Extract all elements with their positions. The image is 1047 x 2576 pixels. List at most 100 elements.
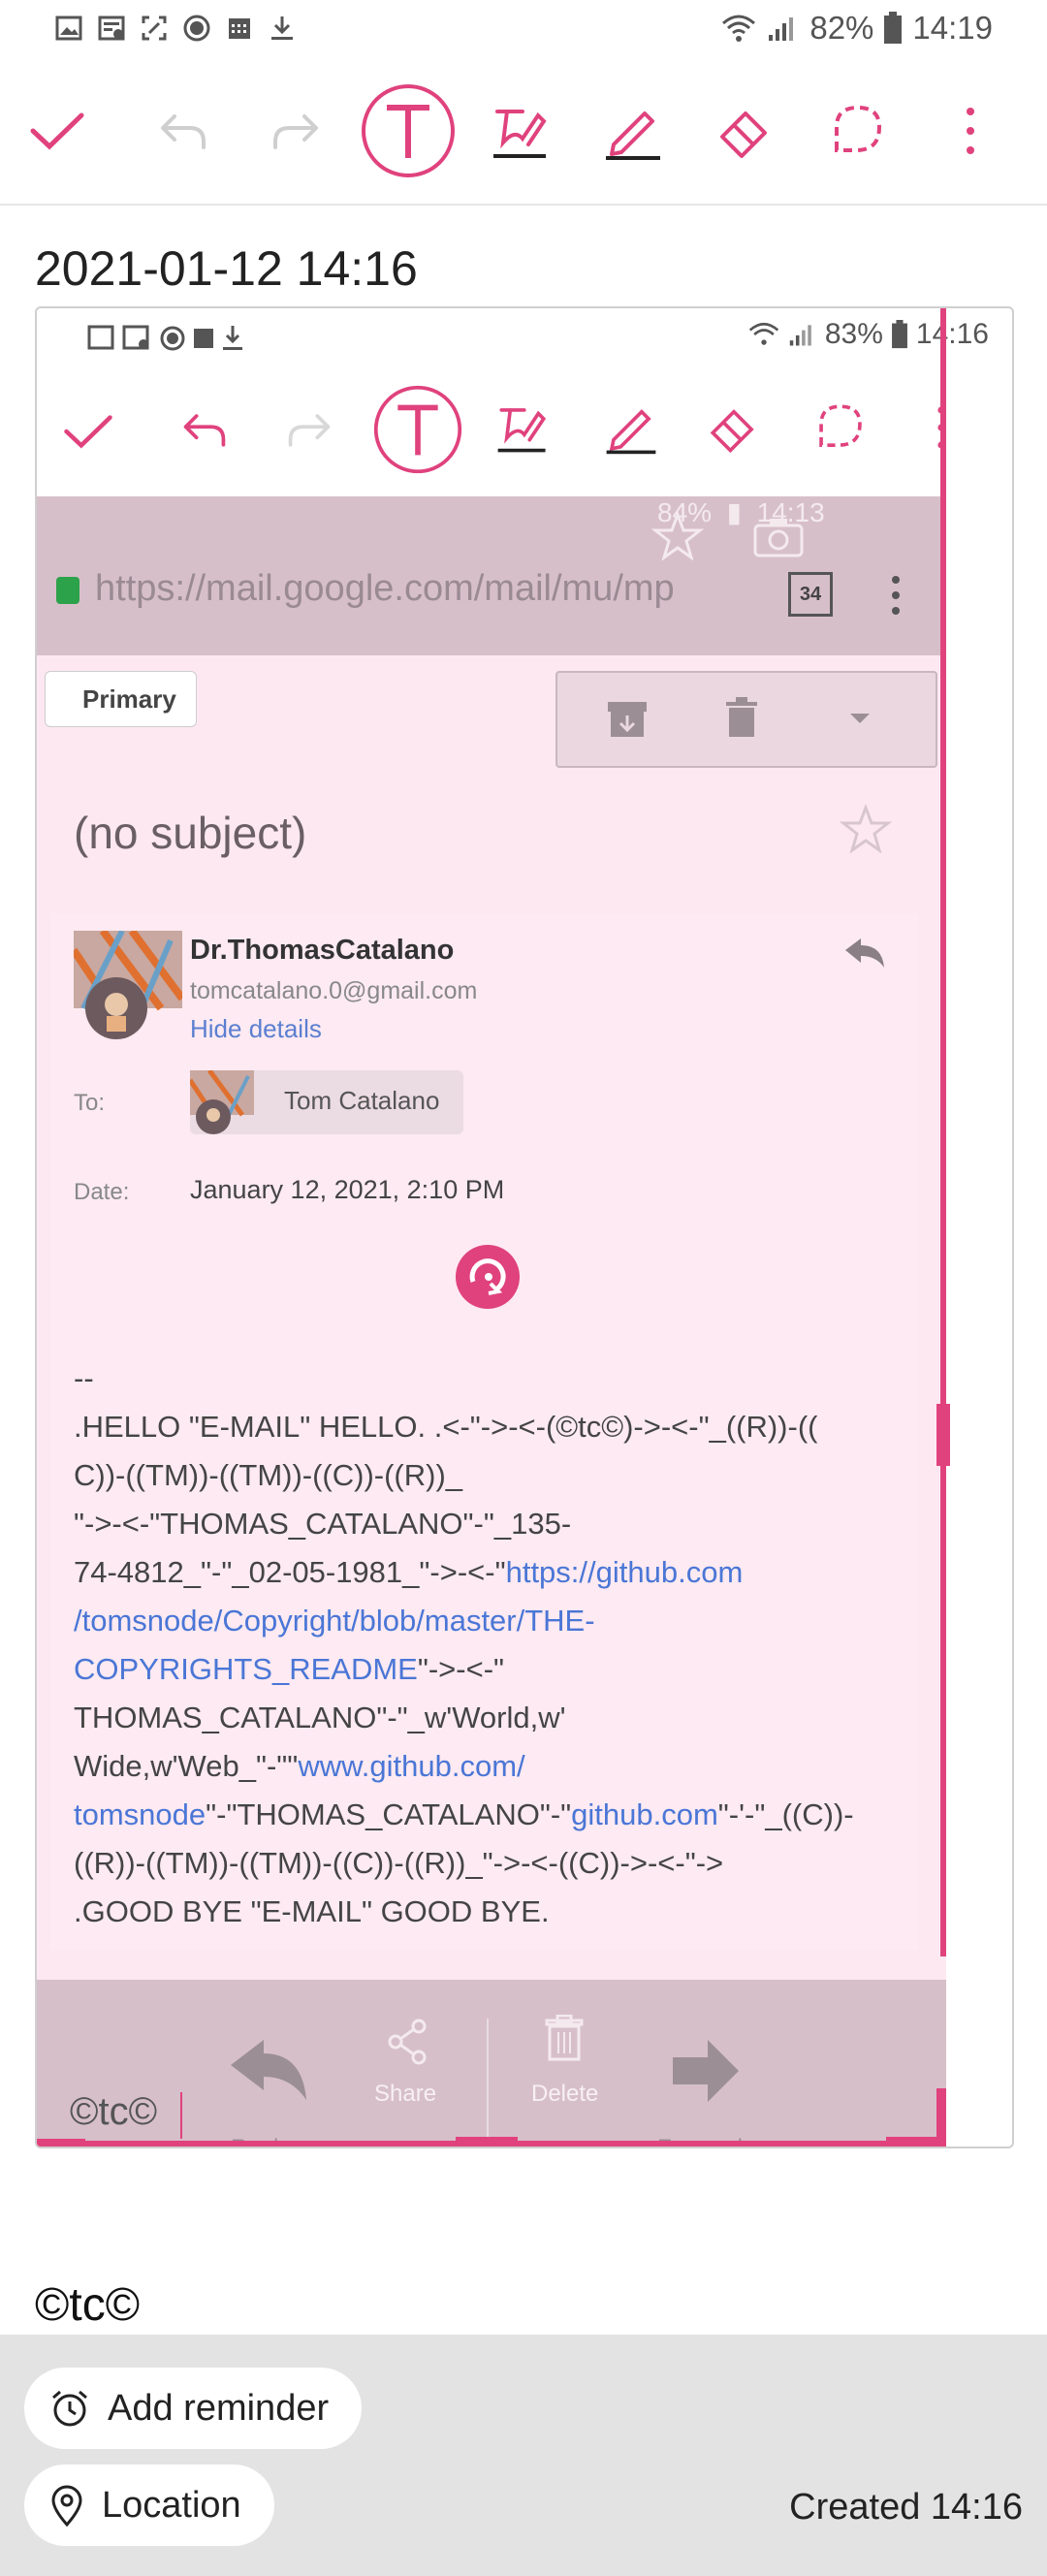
forward-arrow-icon[interactable] — [669, 2034, 743, 2108]
body-line: THOMAS_CATALANO"-"_w'World,w' — [74, 1701, 566, 1734]
delete-icon[interactable] — [545, 2015, 584, 2063]
primary-folder-button[interactable]: Primary — [45, 671, 197, 727]
add-reminder-label: Add reminder — [108, 2387, 330, 2429]
text-mode-button[interactable] — [355, 68, 461, 194]
undo-icon — [161, 114, 206, 149]
inner-status-right: 83% 14:16 — [747, 318, 989, 351]
resize-handle-right[interactable] — [936, 1404, 950, 1466]
more-options-button[interactable] — [917, 68, 1024, 194]
download-icon — [271, 16, 293, 40]
star-icon[interactable] — [840, 805, 892, 853]
inner-status-bar: 83% 14:16 — [37, 308, 1012, 366]
tab-count[interactable]: 34 — [788, 572, 833, 617]
note-footer-text[interactable]: ©tc© — [35, 2278, 140, 2332]
text-icon — [362, 84, 455, 177]
handwriting-button[interactable] — [467, 68, 574, 194]
inner-lasso-icon — [819, 404, 862, 447]
battery-percent: 82% — [809, 10, 874, 46]
add-reminder-button[interactable]: Add reminder — [24, 2368, 363, 2449]
pencil-icon — [606, 111, 660, 160]
lock-icon — [56, 576, 79, 604]
github-link[interactable]: COPYRIGHTS_README — [74, 1652, 418, 1686]
reply-icon[interactable] — [841, 937, 888, 971]
pencil-button[interactable] — [580, 68, 686, 194]
calendar-icon — [229, 18, 250, 39]
done-button[interactable] — [4, 68, 111, 194]
action-separator — [487, 2019, 489, 2147]
handwritten-signature: ©tc© — [70, 2090, 158, 2133]
body-text-segment: Wide,w'Web_"-"" — [74, 1749, 299, 1783]
image-icon — [55, 16, 82, 41]
check-icon — [30, 112, 84, 150]
github-link[interactable]: /tomsnode/Copyright/blob/master/THE- — [74, 1597, 907, 1645]
share-icon[interactable] — [386, 2019, 428, 2065]
recipient-avatar — [187, 1068, 254, 1134]
undo-button[interactable] — [130, 68, 237, 194]
body-line: .HELLO "E-MAIL" HELLO. .<-"->-<-(©tc©)->… — [74, 1410, 818, 1444]
inner-signal-icon — [789, 325, 811, 346]
signal-icon — [769, 17, 794, 41]
browser-header: 84% ▮ 14:13 https://mail.google.com/mail… — [37, 496, 946, 655]
body-line: C))-((TM))-((TM))-((C))-((R))_ — [74, 1458, 463, 1492]
lasso-icon — [835, 105, 882, 152]
inner-battery-percent: 83% — [824, 318, 883, 350]
url-text: https://mail.google.com/mail/mu/mp — [95, 568, 675, 609]
redo-button[interactable] — [242, 68, 349, 194]
date-label: Date: — [74, 1179, 130, 1205]
inner-status-icons — [87, 325, 242, 351]
eraser-button[interactable] — [692, 68, 799, 194]
resize-handle-bottom-left[interactable] — [37, 2139, 85, 2147]
body-line: 74-4812_"-"_02-05-1981_"->-<-"https://gi… — [74, 1548, 907, 1597]
github-link[interactable]: tomsnode — [74, 1797, 206, 1831]
delete-label: Delete — [531, 2081, 599, 2107]
body-text-segment: "->-<-" — [417, 1652, 505, 1686]
archive-icon[interactable] — [606, 700, 649, 739]
camera-icon — [753, 519, 804, 557]
trash-icon[interactable] — [724, 696, 759, 739]
resize-handle-corner[interactable] — [936, 2088, 946, 2147]
resize-handle-bottom[interactable] — [456, 2137, 518, 2147]
alarm-clock-icon — [52, 2390, 87, 2427]
body-line: -- — [74, 1361, 94, 1395]
browser-menu-icon[interactable] — [890, 574, 902, 617]
inner-pencil-icon — [606, 409, 656, 455]
status-icons — [54, 14, 297, 43]
loading-spinner-icon — [456, 1245, 520, 1309]
text-cursor — [180, 2092, 182, 2139]
dropdown-chevron-icon[interactable] — [848, 712, 872, 725]
inner-redo-icon — [288, 414, 331, 447]
sender-name: Dr.ThomasCatalano — [190, 935, 455, 966]
location-pin-icon — [51, 2485, 82, 2527]
status-bar: 82% 14:19 — [0, 0, 1047, 62]
editor-toolbar — [0, 68, 1047, 204]
created-time: Created 14:16 — [789, 2487, 1023, 2528]
alert-icon — [183, 15, 210, 42]
github-link[interactable]: www.github.com/ — [298, 1749, 524, 1783]
hide-details-link[interactable]: Hide details — [190, 1014, 322, 1044]
lasso-button[interactable] — [805, 68, 911, 194]
body-text-segment: "-'-"_((C))- — [717, 1797, 854, 1831]
body-text-segment: 74-4812_"-"_02-05-1981_"->-<-" — [74, 1555, 506, 1589]
email-subject: (no subject) — [74, 808, 307, 858]
eraser-icon — [720, 111, 767, 158]
toolbar-divider — [0, 204, 1047, 206]
status-right: 82% 14:19 — [720, 10, 993, 47]
github-link[interactable]: github.com — [571, 1797, 718, 1831]
recipient-name: Tom Catalano — [284, 1086, 440, 1115]
note-timestamp: 2021-01-12 14:16 — [35, 241, 418, 296]
reply-arrow-icon[interactable] — [227, 2036, 310, 2106]
email-body: -- .HELLO "E-MAIL" HELLO. .<-"->-<-(©tc©… — [74, 1354, 907, 1936]
body-line: tomsnode"-"THOMAS_CATALANO"-"github.com"… — [74, 1791, 907, 1839]
body-line: .GOOD BYE "E-MAIL" GOOD BYE. — [74, 1894, 550, 1928]
inner-toolbar — [37, 366, 1012, 493]
body-text-segment: "-"THOMAS_CATALANO"-" — [206, 1797, 572, 1831]
email-bottom-actions: Share Delete Reply Forward — [37, 1980, 946, 2147]
redo-icon — [273, 114, 318, 149]
inner-eraser-icon — [710, 409, 754, 454]
embedded-screenshot[interactable]: 83% 14:16 84% ▮ 14:13 https://mail.googl… — [35, 306, 1014, 2148]
screenshot-icon — [142, 16, 167, 41]
github-link[interactable]: https://github.com — [506, 1555, 744, 1589]
body-line: COPYRIGHTS_README"->-<-" — [74, 1645, 907, 1694]
location-label: Location — [102, 2484, 241, 2526]
location-button[interactable]: Location — [24, 2465, 274, 2546]
